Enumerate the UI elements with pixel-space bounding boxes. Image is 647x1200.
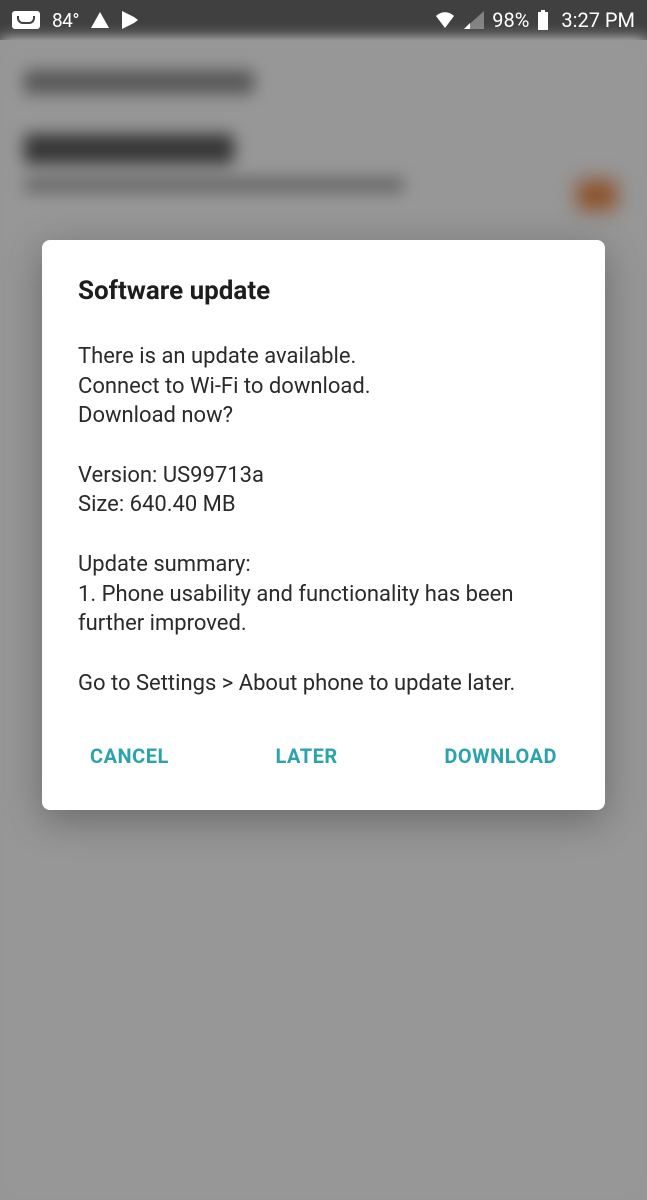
software-update-dialog: Software update There is an update avail… <box>42 240 605 810</box>
dialog-body: There is an update available. Connect to… <box>78 342 569 698</box>
warning-triangle-icon <box>91 12 109 28</box>
dialog-actions: CANCEL LATER DOWNLOAD <box>78 734 569 790</box>
google-play-icon <box>121 10 139 30</box>
voicemail-icon <box>12 11 40 29</box>
battery-percent: 98% <box>492 8 529 32</box>
cancel-button[interactable]: CANCEL <box>82 734 177 778</box>
battery-icon <box>537 10 549 30</box>
temperature: 84° <box>52 9 79 32</box>
dialog-title: Software update <box>78 276 569 306</box>
later-button[interactable]: LATER <box>267 734 345 778</box>
status-bar: 84° 98% 3:27 PM <box>0 0 647 40</box>
cellular-signal-icon <box>464 11 484 29</box>
wifi-icon <box>434 11 456 29</box>
clock: 3:27 PM <box>561 8 635 32</box>
download-button[interactable]: DOWNLOAD <box>436 734 565 778</box>
